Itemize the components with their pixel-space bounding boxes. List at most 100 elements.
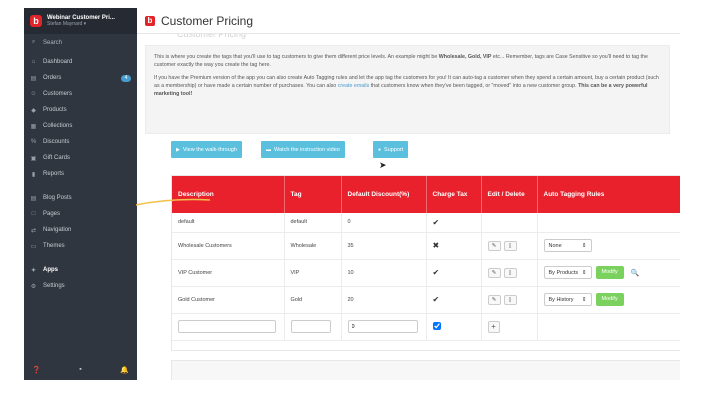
sidebar-item-label: Settings bbox=[43, 283, 65, 289]
sidebar-item-reports[interactable]: ▮ Reports bbox=[24, 166, 137, 182]
sidebar-item-label: Pages bbox=[43, 211, 61, 217]
page-header: b Customer Pricing bbox=[137, 8, 680, 34]
auto-rule-select[interactable]: None ⇕ bbox=[543, 239, 592, 252]
sidebar-item-label: Navigation bbox=[43, 227, 72, 233]
edit-pencil-icon[interactable]: ✎ bbox=[487, 294, 501, 305]
cell-discount: 35 bbox=[341, 232, 427, 260]
app-window: b Webinar Customer Pri... Stefan Maynard… bbox=[24, 8, 680, 380]
search-label: Search bbox=[43, 39, 63, 46]
edit-pencil-icon[interactable]: ✎ bbox=[487, 240, 501, 251]
new-tag-input[interactable] bbox=[290, 320, 331, 333]
sidebar-item-apps[interactable]: ✦ Apps bbox=[24, 262, 137, 278]
col-tag: Tag bbox=[284, 176, 342, 213]
col-default-discount: Default Discount(%) bbox=[341, 176, 427, 213]
sidebar-item-gift-cards[interactable]: ▣ Gift Cards bbox=[24, 150, 137, 166]
instruction-video-button[interactable]: ▬ Watch the instruction video bbox=[261, 141, 345, 158]
cell-tag: Gold bbox=[284, 286, 342, 314]
sidebar-item-pages[interactable]: □ Pages bbox=[24, 206, 137, 222]
sidebar-item-themes[interactable]: ▭ Themes bbox=[24, 238, 137, 254]
add-row-button[interactable]: + bbox=[487, 320, 500, 333]
auto-rule-select[interactable]: By Products ⇕ bbox=[543, 266, 592, 279]
sidebar-item-customers[interactable]: ☺ Customers bbox=[24, 86, 137, 102]
blog-icon: ▤ bbox=[30, 195, 37, 202]
delete-trash-icon[interactable]: ▯ bbox=[503, 294, 517, 305]
delete-trash-icon[interactable]: ▯ bbox=[503, 267, 517, 278]
settings-icon: ⚙ bbox=[30, 283, 37, 290]
select-arrows-icon: ⇕ bbox=[581, 242, 587, 249]
notifications-icon[interactable]: 🔔 bbox=[120, 366, 129, 374]
sidebar-item-label: Reports bbox=[43, 171, 65, 177]
video-icon: ▬ bbox=[266, 146, 271, 153]
mouse-cursor-icon: ➤ bbox=[379, 160, 387, 170]
support-button[interactable]: ● Support bbox=[373, 141, 409, 158]
edit-pencil-icon[interactable]: ✎ bbox=[487, 267, 501, 278]
sidebar-item-label: Themes bbox=[43, 243, 65, 249]
new-discount-input[interactable] bbox=[347, 320, 418, 333]
col-description: Description bbox=[172, 176, 285, 213]
auto-rule-select[interactable]: By History ⇕ bbox=[543, 293, 592, 306]
store-switcher[interactable]: b Webinar Customer Pri... Stefan Maynard… bbox=[24, 8, 137, 34]
select-arrows-icon: ⇕ bbox=[581, 296, 587, 303]
sidebar-item-products[interactable]: ◆ Products bbox=[24, 102, 137, 118]
main-content: b Customer Pricing Customer Pricing This… bbox=[137, 8, 680, 380]
checkmark-icon: ✔ bbox=[432, 268, 440, 277]
cell-discount: 10 bbox=[341, 259, 427, 287]
orders-icon: ▤ bbox=[30, 75, 37, 82]
themes-icon: ▭ bbox=[30, 243, 37, 250]
create-emails-link[interactable]: create emails bbox=[338, 83, 370, 89]
modify-button[interactable]: Modify bbox=[595, 293, 624, 306]
sidebar-item-discounts[interactable]: % Discounts bbox=[24, 134, 137, 150]
col-auto-tagging: Auto Tagging Rules bbox=[537, 176, 680, 213]
customers-icon: ☺ bbox=[30, 91, 37, 97]
table-header-row: Description Tag Default Discount(%) Char… bbox=[172, 176, 680, 213]
help-icon[interactable]: ❓ bbox=[32, 366, 41, 374]
sidebar-item-label: Blog Posts bbox=[43, 195, 72, 201]
cell-description: VIP Customer bbox=[172, 259, 285, 287]
apps-icon: ✦ bbox=[30, 267, 37, 274]
sidebar-item-orders[interactable]: ▤ Orders 4 bbox=[24, 70, 137, 86]
support-icon: ● bbox=[378, 146, 382, 153]
info-panel: This is where you create the tags that y… bbox=[145, 45, 670, 134]
scrolled-title-ghost: Customer Pricing bbox=[177, 34, 247, 39]
sidebar-item-blog-posts[interactable]: ▤ Blog Posts bbox=[24, 190, 137, 206]
sidebar-item-settings[interactable]: ⚙ Settings bbox=[24, 278, 137, 294]
sidebar-item-label: Apps bbox=[43, 267, 58, 273]
select-arrows-icon: ⇕ bbox=[581, 269, 587, 276]
sidebar: b Webinar Customer Pri... Stefan Maynard… bbox=[24, 8, 137, 380]
info-paragraph-2: If you have the Premium version of the a… bbox=[154, 74, 659, 97]
modify-button[interactable]: Modify bbox=[595, 266, 624, 279]
discounts-icon: % bbox=[30, 139, 37, 145]
cell-discount: 20 bbox=[341, 286, 427, 314]
sidebar-item-label: Dashboard bbox=[43, 59, 73, 65]
table-row: default default 0 ✔ bbox=[172, 213, 680, 233]
collections-icon: ▦ bbox=[30, 123, 37, 130]
table-row: Gold Customer Gold 20 ✔ ✎ ▯ By History ⇕ Mo… bbox=[172, 286, 680, 314]
cell-tag: Wholesale bbox=[284, 232, 342, 260]
app-logo-small: b bbox=[145, 15, 155, 26]
delete-trash-icon[interactable]: ▯ bbox=[503, 240, 517, 251]
app-logo: b bbox=[30, 15, 42, 27]
search-icon: ⌕ bbox=[31, 39, 36, 45]
sidebar-item-collections[interactable]: ▦ Collections bbox=[24, 118, 137, 134]
sidebar-item-label: Orders bbox=[43, 75, 62, 81]
sidebar-item-navigation[interactable]: ⇄ Navigation bbox=[24, 222, 137, 238]
magnify-icon[interactable]: 🔍 bbox=[631, 269, 640, 277]
pages-icon: □ bbox=[31, 211, 36, 217]
page-title: Customer Pricing bbox=[161, 13, 254, 28]
sidebar-item-dashboard[interactable]: ⌂ Dashboard bbox=[24, 54, 137, 70]
sidebar-item-label: Products bbox=[43, 107, 67, 113]
new-charge-tax-checkbox[interactable] bbox=[432, 321, 441, 330]
cross-icon: ✖ bbox=[432, 241, 440, 250]
cell-tag: VIP bbox=[284, 259, 342, 287]
chat-icon[interactable]: ▪ bbox=[79, 366, 81, 374]
col-edit-delete: Edit / Delete bbox=[481, 176, 538, 213]
new-description-input[interactable] bbox=[178, 320, 276, 333]
cell-tag: default bbox=[284, 213, 342, 233]
sidebar-search[interactable]: ⌕ Search bbox=[24, 34, 137, 51]
store-user: Stefan Maynard ▾ bbox=[47, 20, 87, 27]
play-icon: ▶ bbox=[176, 146, 180, 153]
info-paragraph-1: This is where you create the tags that y… bbox=[154, 54, 648, 68]
sidebar-item-label: Gift Cards bbox=[43, 155, 71, 161]
table-row: Wholesale Customers Wholesale 35 ✖ ✎ ▯ No… bbox=[172, 232, 680, 260]
walkthrough-button[interactable]: ▶ View the walk-through bbox=[171, 141, 242, 158]
